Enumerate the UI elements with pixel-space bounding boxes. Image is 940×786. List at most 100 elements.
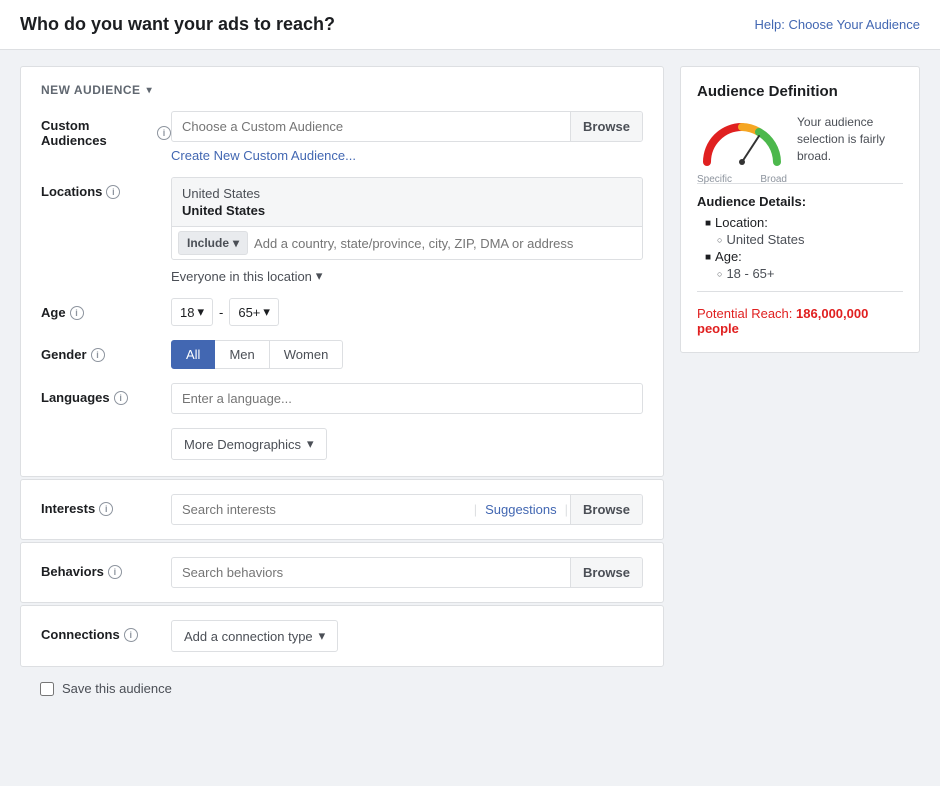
- include-button[interactable]: Include ▾: [178, 231, 248, 255]
- connection-arrow-icon: ▾: [319, 628, 326, 644]
- age-info-icon[interactable]: i: [70, 306, 84, 320]
- custom-audiences-label: Custom Audiences i: [41, 111, 171, 148]
- location-circle: ○: [717, 235, 722, 245]
- connections-label: Connections i: [41, 620, 171, 642]
- custom-audience-input[interactable]: [172, 112, 570, 141]
- age-controls: 18 ▾ - 65+ ▾: [171, 298, 643, 326]
- age-max-select[interactable]: 65+ ▾: [229, 298, 279, 326]
- location-country-line1: United States: [182, 186, 632, 201]
- gauge-container: Specific Broad Your audience selection i…: [697, 114, 903, 169]
- interests-pipe-separator: |: [472, 502, 479, 517]
- gauge-svg: [697, 114, 787, 169]
- location-selected: United States United States: [172, 178, 642, 227]
- new-audience-arrow-icon: ▾: [147, 85, 153, 96]
- age-max-arrow-icon: ▾: [263, 304, 270, 320]
- locations-field: United States United States Include ▾: [171, 177, 643, 284]
- gender-row: Gender i All Men Women: [41, 340, 643, 369]
- audience-detail-location: ■ Location:: [705, 215, 903, 230]
- behaviors-field: Browse: [171, 557, 643, 588]
- locations-row: Locations i United States United States …: [41, 177, 643, 284]
- custom-audience-input-wrap: Browse: [171, 111, 643, 142]
- behaviors-input-wrap: Browse: [171, 557, 643, 588]
- interests-input[interactable]: [172, 495, 472, 524]
- gender-women-button[interactable]: Women: [270, 340, 344, 369]
- page-header: Who do you want your ads to reach? Help:…: [0, 0, 940, 50]
- custom-audiences-field: Browse Create New Custom Audience...: [171, 111, 643, 163]
- gauge-broad-label: Broad: [760, 174, 787, 185]
- gender-label: Gender i: [41, 340, 171, 362]
- location-bullet: ■: [705, 218, 711, 229]
- age-min-select[interactable]: 18 ▾: [171, 298, 213, 326]
- gauge-specific-label: Specific: [697, 174, 732, 185]
- help-link[interactable]: Help: Choose Your Audience: [754, 17, 920, 32]
- new-audience-bar[interactable]: NEW AUDIENCE ▾: [41, 83, 643, 97]
- custom-audiences-row: Custom Audiences i Browse Create New Cus…: [41, 111, 643, 163]
- more-demographics-button[interactable]: More Demographics ▾: [171, 428, 327, 460]
- age-row: Age i 18 ▾ - 65+ ▾: [41, 298, 643, 326]
- connections-info-icon[interactable]: i: [124, 628, 138, 642]
- page-title: Who do you want your ads to reach?: [20, 14, 335, 35]
- gender-buttons: All Men Women: [171, 340, 643, 369]
- new-audience-label: NEW AUDIENCE: [41, 83, 141, 97]
- add-connection-type-button[interactable]: Add a connection type ▾: [171, 620, 338, 652]
- interests-browse-button[interactable]: Browse: [570, 495, 642, 524]
- left-panel: NEW AUDIENCE ▾ Custom Audiences i Browse…: [20, 66, 664, 708]
- save-row: Save this audience: [20, 669, 664, 708]
- everyone-arrow-icon: ▾: [316, 268, 323, 284]
- age-label: Age i: [41, 298, 171, 320]
- interests-suggestions-link[interactable]: Suggestions: [479, 495, 563, 524]
- include-dropdown-icon: ▾: [233, 236, 239, 250]
- languages-field: [171, 383, 643, 414]
- everyone-dropdown[interactable]: Everyone in this location ▾: [171, 268, 643, 284]
- audience-definition-card: Audience Definition Specific: [680, 66, 920, 353]
- custom-audience-browse-button[interactable]: Browse: [570, 112, 642, 141]
- main-content: NEW AUDIENCE ▾ Custom Audiences i Browse…: [0, 50, 940, 724]
- potential-reach: Potential Reach: 186,000,000 people: [697, 306, 903, 336]
- location-country-line2: United States: [182, 203, 632, 218]
- locations-info-icon[interactable]: i: [106, 185, 120, 199]
- audience-definition-title: Audience Definition: [697, 83, 903, 100]
- gender-info-icon[interactable]: i: [91, 348, 105, 362]
- languages-input[interactable]: [171, 383, 643, 414]
- location-text-input[interactable]: [254, 232, 636, 255]
- behaviors-row: Behaviors i Browse: [41, 557, 643, 588]
- interests-pipe-separator2: |: [563, 502, 570, 517]
- behaviors-browse-button[interactable]: Browse: [570, 558, 642, 587]
- create-custom-audience-link[interactable]: Create New Custom Audience...: [171, 148, 356, 163]
- interests-info-icon[interactable]: i: [99, 502, 113, 516]
- behaviors-card: Behaviors i Browse: [20, 542, 664, 603]
- connections-row: Connections i Add a connection type ▾: [41, 620, 643, 652]
- age-min-arrow-icon: ▾: [197, 304, 204, 320]
- audience-detail-age: ■ Age:: [705, 249, 903, 264]
- details-divider: [697, 291, 903, 292]
- audience-location-value: ○ United States: [717, 232, 903, 247]
- connections-field: Add a connection type ▾: [171, 620, 643, 652]
- languages-info-icon[interactable]: i: [114, 391, 128, 405]
- age-circle: ○: [717, 269, 722, 279]
- interests-row: Interests i | Suggestions | Browse: [41, 494, 643, 525]
- interests-card: Interests i | Suggestions | Browse: [20, 479, 664, 540]
- interests-input-wrap: | Suggestions | Browse: [171, 494, 643, 525]
- behaviors-input[interactable]: [172, 558, 570, 587]
- save-audience-checkbox[interactable]: [40, 682, 54, 696]
- languages-row: Languages i: [41, 383, 643, 414]
- more-demographics-arrow-icon: ▾: [307, 436, 314, 452]
- location-input-row: Include ▾: [172, 227, 642, 259]
- languages-label: Languages i: [41, 383, 171, 405]
- behaviors-info-icon[interactable]: i: [108, 565, 122, 579]
- audience-details-title: Audience Details:: [697, 194, 903, 209]
- interests-field: | Suggestions | Browse: [171, 494, 643, 525]
- save-audience-label[interactable]: Save this audience: [62, 681, 172, 696]
- gender-men-button[interactable]: Men: [215, 340, 269, 369]
- gender-field: All Men Women: [171, 340, 643, 369]
- age-bullet: ■: [705, 252, 711, 263]
- interests-label: Interests i: [41, 494, 171, 516]
- right-panel: Audience Definition Specific: [680, 66, 920, 708]
- connections-card: Connections i Add a connection type ▾: [20, 605, 664, 667]
- locations-label: Locations i: [41, 177, 171, 199]
- gender-all-button[interactable]: All: [171, 340, 215, 369]
- age-field: 18 ▾ - 65+ ▾: [171, 298, 643, 326]
- gauge-labels: Specific Broad: [697, 174, 787, 185]
- custom-audiences-info-icon[interactable]: i: [157, 126, 171, 140]
- location-box: United States United States Include ▾: [171, 177, 643, 260]
